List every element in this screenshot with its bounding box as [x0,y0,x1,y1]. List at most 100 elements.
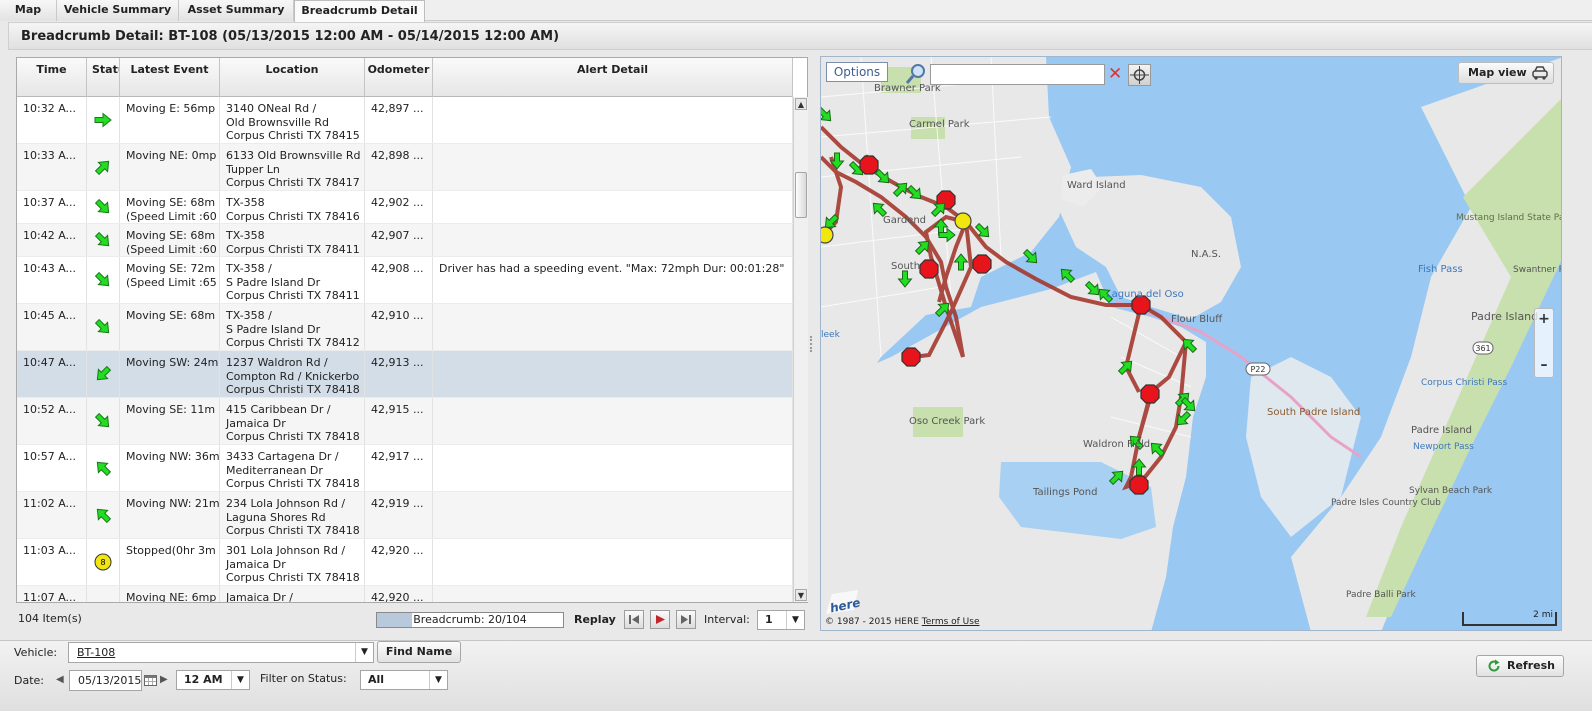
cell-time: 11:07 A... [17,586,87,602]
stop-marker[interactable] [901,347,921,367]
table-scrollbar[interactable]: ▲ ▼ [793,97,808,602]
tab-asset-summary[interactable]: Asset Summary [179,0,294,21]
table-row[interactable]: 11:02 A... Moving NW: 21m 234 Lola Johnson… [17,492,793,539]
zoom-in-button[interactable]: + [1535,311,1553,327]
column-header-location[interactable]: Location [220,58,365,97]
vehicle-select[interactable]: BT-108 ▼ [68,642,374,663]
arrow-sw-icon [96,365,112,381]
location-line: Jamaica Dr [226,557,286,571]
replay-first-button[interactable] [624,610,644,629]
stop-marker[interactable] [1140,384,1160,404]
cell-loc: 415 Caribbean Dr / Jamaica Dr Corpus Chris… [220,398,365,444]
map-canvas[interactable]: Brawner Park Carmel Park Ward Island N.A… [821,57,1562,631]
column-header-latest-event[interactable]: Latest Event [120,58,220,97]
replay-last-button[interactable] [676,610,696,629]
replay-play-button[interactable] [650,610,670,629]
refresh-button[interactable]: Refresh [1476,655,1564,677]
scroll-up-icon[interactable]: ▲ [795,98,807,110]
map-view-button[interactable]: Map view [1458,62,1554,84]
status-filter-select[interactable]: All ▼ [360,670,448,690]
scroll-thumb[interactable] [795,172,807,218]
date-next-icon[interactable]: ▶ [160,674,168,685]
calendar-icon[interactable] [144,674,157,686]
clear-icon[interactable]: ✕ [1108,65,1124,83]
column-header-alert-detail[interactable]: Alert Detail [433,58,793,97]
table-row[interactable]: 10:43 A... Moving SE: 72m (Speed Limit :65… [17,257,793,304]
label-padre-isles-cc: Padre Isles Country Club [1331,498,1441,508]
interval-select[interactable]: 1 ▼ [757,610,805,630]
replay-label: Replay [574,613,616,626]
map-view-label: Map view [1468,66,1527,79]
map-options-button[interactable]: Options [826,62,888,82]
chevron-down-icon: ▼ [231,671,249,689]
scroll-down-icon[interactable]: ▼ [795,589,807,601]
locate-button[interactable] [1128,64,1151,86]
find-name-button[interactable]: Find Name [377,641,461,663]
arrow-ne-icon [94,600,112,602]
location-line: Corpus Christi TX 78418 [226,430,360,443]
car-icon [1532,66,1548,80]
table-row[interactable]: 10:45 A... Moving SE: 68m TX-358 /S Padre … [17,304,793,351]
cell-time: 10:45 A... [17,304,87,350]
map-panel[interactable]: Brawner Park Carmel Park Ward Island N.A… [820,56,1562,631]
cell-loc: 234 Lola Johnson Rd / Laguna Shores Rd Cor… [220,492,365,538]
arrow-se-icon [94,271,110,287]
cell-odometer: 42,910 ... [365,304,433,350]
location-line: Corpus Christi TX 78412 [226,336,360,349]
table-row[interactable]: 10:52 A... Moving SE: 11m 415 Caribbean Dr… [17,398,793,445]
location-line: Corpus Christi TX 78418 [226,383,360,396]
cell-status [87,224,120,256]
location-line: Tupper Ln [226,162,280,176]
table-row[interactable]: 10:57 A... Moving NW: 36m 3433 Cartagena D… [17,445,793,492]
cell-odometer: 42,902 ... [365,191,433,223]
cell-odometer: 42,920 ... [365,586,433,602]
label-swantner: Swantner Park [1513,265,1562,275]
stop-marker[interactable] [859,155,879,175]
table-row[interactable]: 10:42 A... Moving SE: 68m (Speed Limit :60… [17,224,793,257]
idle-marker[interactable] [821,226,834,244]
zoom-out-button[interactable]: – [1535,357,1553,373]
stop-marker[interactable] [972,254,992,274]
event-line: Moving SE: 11m [126,403,216,416]
cell-alert [433,304,793,350]
idle-marker[interactable] [954,212,972,230]
cell-status [87,351,120,397]
table-row[interactable]: 10:37 A... Moving SE: 68m (Speed Limit :60… [17,191,793,224]
cell-time: 10:32 A... [17,97,87,143]
tab-breadcrumb-detail[interactable]: Breadcrumb Detail [294,0,425,22]
event-line: Moving SW: 24m [126,356,219,369]
map-search-input[interactable] [930,64,1105,85]
cell-status [87,191,120,223]
date-input[interactable]: 05/13/2015 [69,670,142,691]
column-header-status[interactable]: Status [87,58,120,97]
location-line: 415 Caribbean Dr / [226,403,331,416]
event-line: Moving SE: 72m [126,262,216,275]
stopped-icon: 8 [94,553,112,571]
column-header-odometer[interactable]: Odometer [365,58,433,97]
cell-odometer: 42,920 ... [365,539,433,585]
table-row[interactable]: 10:33 A... Moving NE: 0mp 6133 Old Brownsv… [17,144,793,191]
time-select[interactable]: 12 AM ▼ [176,670,250,690]
label-oso-creek: Oso Creek Park [909,416,985,427]
cell-loc: TX-358 Corpus Christi TX 78411 [220,224,365,256]
cell-loc: TX-358 /S Padre Island Dr Corpus Christi … [220,257,365,303]
label-padre-island: Padre Island [1471,310,1538,323]
location-line: Corpus Christi TX 78411 [226,242,360,256]
table-row[interactable]: 10:47 A... Moving SW: 24m 1237 Waldron Rd … [17,351,793,398]
date-prev-icon[interactable]: ◀ [56,674,64,685]
splitter-handle[interactable] [810,336,817,352]
stop-marker[interactable] [919,259,939,279]
tab-map[interactable]: Map [0,0,57,21]
stop-marker[interactable] [1129,475,1149,495]
label-leek: leek [821,330,841,340]
event-line: Stopped(0hr 3m [126,544,216,557]
table-row[interactable]: 11:07 A... Moving NE: 6mp Jamaica Dr / 42,9… [17,586,793,602]
column-header-time[interactable]: Time [17,58,87,97]
terms-of-use-link[interactable]: Terms of Use [922,617,980,627]
tab-vehicle-summary[interactable]: Vehicle Summary [57,0,179,21]
search-icon[interactable] [905,63,927,85]
location-line: Corpus Christi TX 78418 [226,524,360,537]
table-row[interactable]: 10:32 A... Moving E: 56mp 3140 ONeal Rd / O… [17,97,793,144]
table-row[interactable]: 11:03 A... 8 Stopped(0hr 3m 301 Lola Johnso… [17,539,793,586]
arrow-se-icon [94,318,110,334]
